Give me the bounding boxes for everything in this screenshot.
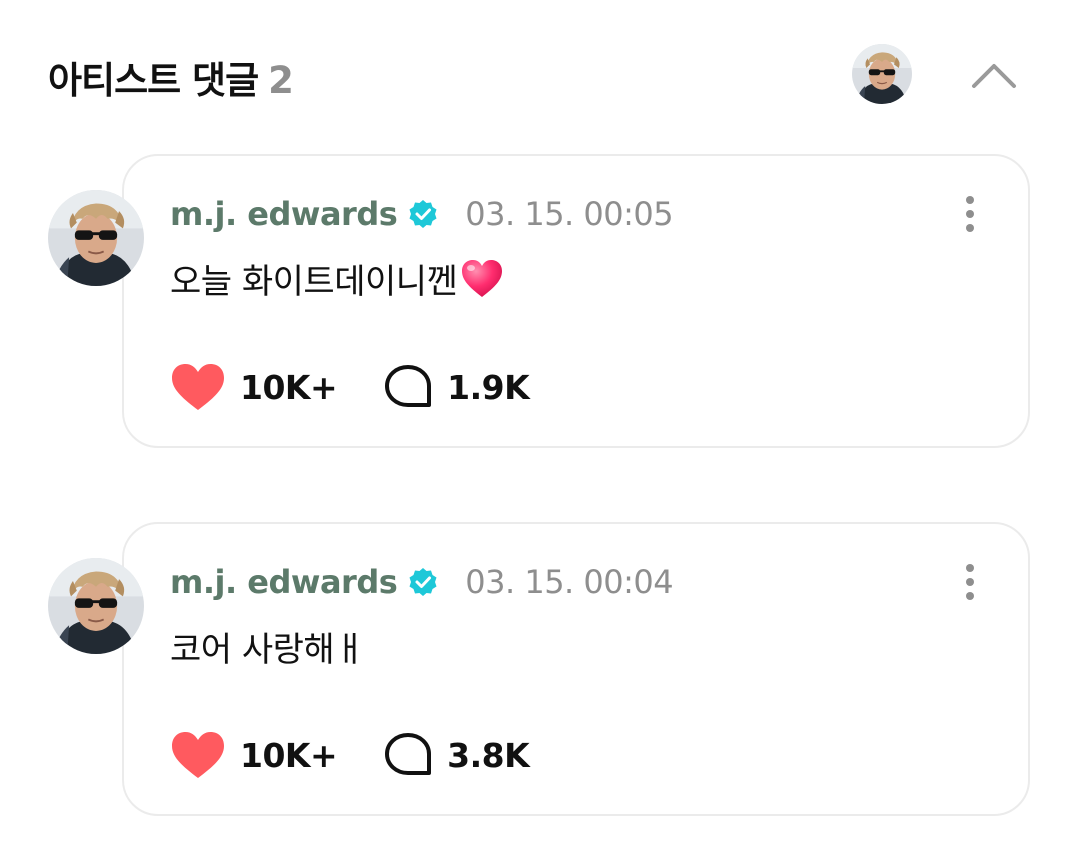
comment-text: 코어 사랑해ㅐ: [170, 622, 366, 671]
more-vertical-icon: [966, 196, 974, 232]
comment-text-content: 오늘 화이트데이니껜: [170, 262, 458, 302]
more-options-button[interactable]: [958, 194, 982, 234]
avatar[interactable]: [48, 558, 144, 654]
like-count: 10K+: [240, 367, 338, 407]
verified-badge-icon: [409, 200, 437, 228]
heart-icon: [172, 364, 224, 410]
comment-count: 2: [268, 59, 294, 102]
author-name[interactable]: m.j. edwards: [170, 563, 398, 601]
author-name[interactable]: m.j. edwards: [170, 195, 398, 233]
comment-actions: 10K+ 1.9K: [170, 362, 530, 412]
more-options-button[interactable]: [958, 562, 982, 602]
like-button[interactable]: 10K+: [170, 730, 338, 780]
comment-bubble-icon: [385, 365, 432, 407]
timestamp: 03. 15. 00:05: [465, 195, 674, 233]
artist-avatar-small[interactable]: [852, 44, 912, 104]
like-button[interactable]: 10K+: [170, 362, 338, 412]
like-count: 10K+: [240, 735, 338, 775]
comment-item: m.j. edwards 03. 15. 00:05 오늘 화이트데이니껜 10…: [0, 154, 1080, 454]
heart-emoji-icon: [462, 259, 503, 297]
section-title-text: 아티스트 댓글: [48, 59, 259, 102]
more-vertical-icon: [966, 564, 974, 600]
comment-meta: m.j. edwards 03. 15. 00:04: [170, 562, 674, 602]
reply-button[interactable]: 1.9K: [383, 363, 530, 411]
reply-count: 3.8K: [447, 735, 530, 775]
timestamp: 03. 15. 00:04: [465, 563, 674, 601]
comment-text: 오늘 화이트데이니껜: [170, 254, 505, 303]
comment-actions: 10K+ 3.8K: [170, 730, 530, 780]
avatar[interactable]: [48, 190, 144, 286]
comment-text-content: 코어 사랑해ㅐ: [170, 630, 366, 670]
chevron-up-icon: [972, 64, 1016, 88]
comment-item: m.j. edwards 03. 15. 00:04 코어 사랑해ㅐ 10K+ …: [0, 522, 1080, 822]
comment-meta: m.j. edwards 03. 15. 00:05: [170, 194, 674, 234]
comment-bubble-icon: [385, 733, 432, 775]
artist-comments-header: 아티스트 댓글 2: [0, 0, 1080, 150]
reply-button[interactable]: 3.8K: [383, 731, 530, 779]
section-title: 아티스트 댓글 2: [48, 50, 294, 104]
heart-icon: [172, 732, 224, 778]
collapse-button[interactable]: [966, 52, 1022, 96]
verified-badge-icon: [409, 568, 437, 596]
reply-count: 1.9K: [447, 367, 530, 407]
